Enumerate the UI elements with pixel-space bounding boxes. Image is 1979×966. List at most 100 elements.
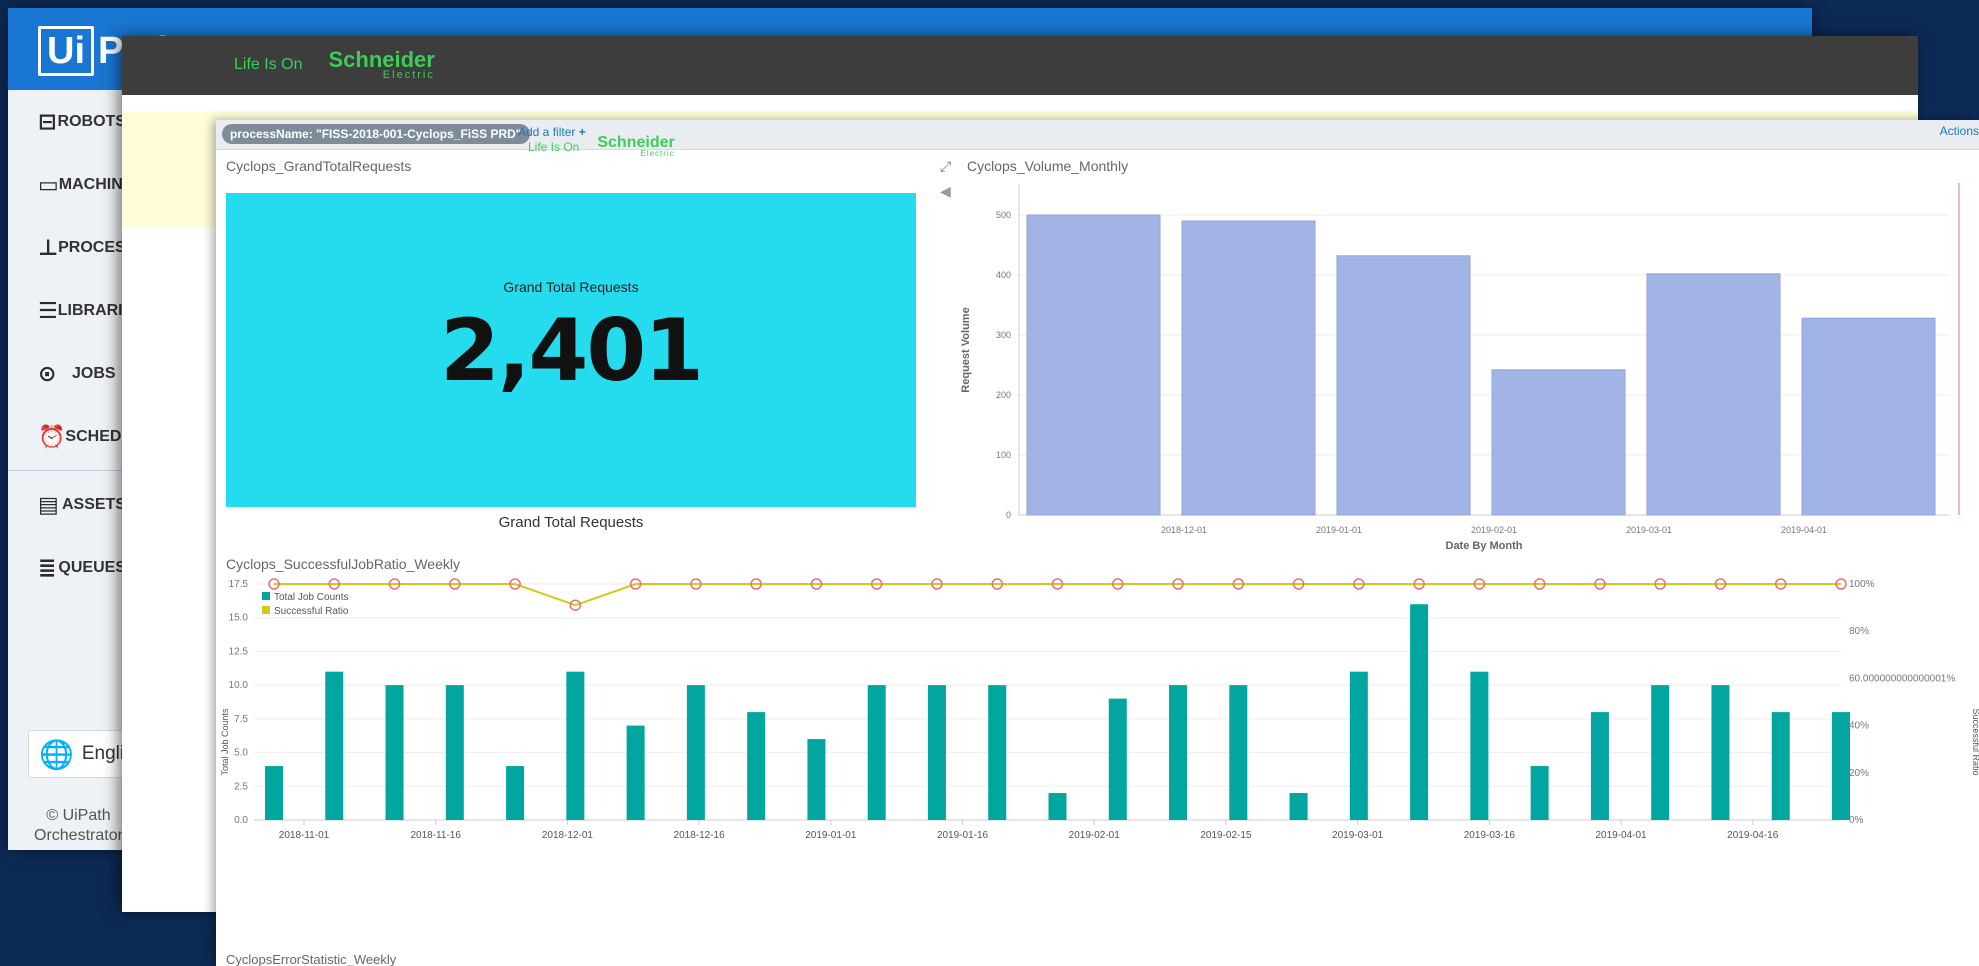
y-tick-label: 5.0 bbox=[234, 748, 248, 759]
sidebar-item-label: ROBOTS bbox=[57, 112, 126, 130]
bar bbox=[506, 766, 525, 820]
bar bbox=[1410, 604, 1429, 820]
filter-bar: processName: "FISS-2018-001-Cyclops_FiSS… bbox=[216, 120, 1979, 158]
robot-icon: ⊟ bbox=[38, 108, 57, 134]
tagline: Life Is On bbox=[234, 56, 303, 73]
y2-tick-label: 100% bbox=[1849, 579, 1875, 590]
bar bbox=[1181, 220, 1316, 516]
assets-icon: ▤ bbox=[38, 491, 59, 517]
sidebar-item-label: QUEUES bbox=[58, 558, 126, 576]
bar bbox=[747, 712, 766, 820]
grand-total-metric: Grand Total Requests 2,401 bbox=[226, 193, 916, 507]
y-tick-label: 15.0 bbox=[229, 613, 249, 624]
y-tick-label: 200 bbox=[996, 390, 1011, 400]
queue-icon: ≣ bbox=[38, 554, 57, 580]
bar bbox=[566, 671, 585, 820]
bar bbox=[265, 766, 283, 820]
schneider-logo-small: Life Is On Schneider Electric bbox=[528, 135, 675, 158]
sidebar-nav: ⊟ ROBOTS ▭ MACHINES ⊥ PROCESSES ☰ LIBRARIES … bbox=[8, 90, 164, 599]
bar bbox=[1026, 214, 1161, 516]
bar bbox=[1711, 685, 1730, 820]
metric-label: Grand Total Requests bbox=[503, 279, 639, 295]
y-tick-label: 2.5 bbox=[234, 781, 248, 792]
y-tick-label: 100 bbox=[996, 450, 1011, 460]
bar bbox=[867, 685, 886, 820]
x-tick-label: 2019-04-16 bbox=[1727, 830, 1779, 841]
y-tick-label: 7.5 bbox=[234, 714, 248, 725]
bar bbox=[988, 685, 1007, 820]
x-tick-label: 2018-12-01 bbox=[542, 830, 594, 841]
filter-pill[interactable]: processName: "FISS-2018-001-Cyclops_FiSS… bbox=[222, 124, 530, 144]
y2-tick-label: 80% bbox=[1849, 626, 1869, 637]
bar bbox=[807, 739, 826, 820]
expand-icon[interactable]: ⤢ bbox=[940, 158, 951, 175]
job-ratio-chart: 0.0 2.5 5.0 7.5 10.0 12.5 15.0 17.5 0% 20% 40% 60.0… bbox=[220, 578, 1979, 841]
sidebar-item-jobs[interactable]: ⊙ JOBS bbox=[8, 342, 126, 405]
y-tick-label: 300 bbox=[996, 330, 1011, 340]
sidebar-item-processes[interactable]: ⊥ PROCESSES bbox=[8, 216, 158, 279]
y-tick-label: 500 bbox=[996, 210, 1011, 220]
sidebar-item-libraries[interactable]: ☰ LIBRARIES bbox=[8, 279, 144, 342]
y-axis-label: Total Job Counts bbox=[220, 708, 230, 776]
sidebar-item-label: JOBS bbox=[72, 364, 116, 382]
metric-value: 2,401 bbox=[439, 301, 704, 401]
copyright: © UiPath Orchestrator bbox=[34, 806, 123, 846]
x-tick-label: 2019-02-01 bbox=[1069, 830, 1121, 841]
globe-icon: 🌐 bbox=[39, 738, 74, 770]
y-tick-label: 0.0 bbox=[234, 815, 248, 826]
bar bbox=[1048, 793, 1067, 820]
y-tick-label: 0 bbox=[1006, 510, 1011, 520]
ratio-line bbox=[274, 583, 1841, 607]
bar bbox=[1349, 671, 1368, 820]
nav-divider bbox=[8, 470, 126, 471]
brand-name: Schneider Electric bbox=[328, 49, 434, 81]
schneider-logo[interactable]: Life Is On Schneider Electric bbox=[234, 49, 435, 81]
y2-tick-label: 0% bbox=[1849, 815, 1864, 826]
bar bbox=[1651, 685, 1670, 820]
bar bbox=[1229, 685, 1248, 820]
bar bbox=[1108, 698, 1127, 820]
bar bbox=[385, 685, 404, 820]
bar bbox=[1336, 255, 1471, 516]
sidebar-item-queues[interactable]: ≣ QUEUES bbox=[8, 536, 126, 599]
bar bbox=[1801, 317, 1936, 516]
y2-tick-label: 60.000000000000001% bbox=[1849, 673, 1955, 684]
play-circle-icon: ⊙ bbox=[38, 360, 57, 386]
x-tick-label: 2018-11-16 bbox=[410, 830, 461, 841]
sitemap-icon: ⊥ bbox=[38, 234, 59, 260]
bar bbox=[626, 725, 645, 820]
x-tick-label: 2019-02-15 bbox=[1200, 830, 1252, 841]
bar bbox=[1169, 685, 1188, 820]
monitor-icon: ▭ bbox=[38, 171, 59, 197]
brand-sub: Electric bbox=[640, 149, 675, 158]
kibana-dashboard: processName: "FISS-2018-001-Cyclops_FiSS… bbox=[216, 120, 1979, 966]
copyright-line2: Orchestrator bbox=[34, 827, 123, 844]
brand-name: Schneider Electric bbox=[597, 135, 675, 158]
x-tick-label: 2019-01-01 bbox=[1316, 525, 1362, 535]
x-tick-label: 2019-03-16 bbox=[1464, 830, 1516, 841]
legend-label: Total Job Counts bbox=[274, 592, 349, 603]
x-axis-label: Date By Month bbox=[1446, 540, 1523, 552]
bar bbox=[1832, 712, 1850, 820]
sidebar-item-assets[interactable]: ▤ ASSETS bbox=[8, 473, 126, 536]
error-stat-panel-title: CyclopsErrorStatistic_Weekly bbox=[226, 952, 397, 966]
sidebar-item-machines[interactable]: ▭ MACHINES bbox=[8, 153, 144, 216]
sidebar-item-schedules[interactable]: ⏰ SCHEDULES bbox=[8, 405, 164, 468]
volume-monthly-panel-title: Cyclops_Volume_Monthly bbox=[967, 158, 1129, 174]
x-tick-label: 2018-11-01 bbox=[279, 830, 330, 841]
volume-monthly-chart: 0 100 200 300 400 500 2018-12-01 2019-01-01 2019… bbox=[960, 183, 1960, 552]
x-tick-label: 2019-04-01 bbox=[1595, 830, 1647, 841]
tagline: Life Is On bbox=[528, 140, 580, 154]
sidebar-item-robots[interactable]: ⊟ ROBOTS bbox=[8, 90, 126, 153]
sidebar-item-label: ASSETS bbox=[61, 495, 126, 513]
library-icon: ☰ bbox=[38, 297, 58, 323]
y-tick-label: 17.5 bbox=[229, 579, 249, 590]
grand-total-panel-title: Cyclops_GrandTotalRequests bbox=[226, 158, 412, 174]
actions-link[interactable]: Actions bbox=[1940, 124, 1979, 138]
y2-tick-label: 40% bbox=[1849, 721, 1869, 732]
y2-axis-label: Successful Ratio bbox=[1971, 708, 1979, 775]
bar bbox=[1470, 671, 1489, 820]
y-tick-label: 400 bbox=[996, 270, 1011, 280]
bar bbox=[1590, 712, 1609, 820]
logo-box-text: Ui bbox=[38, 26, 94, 76]
